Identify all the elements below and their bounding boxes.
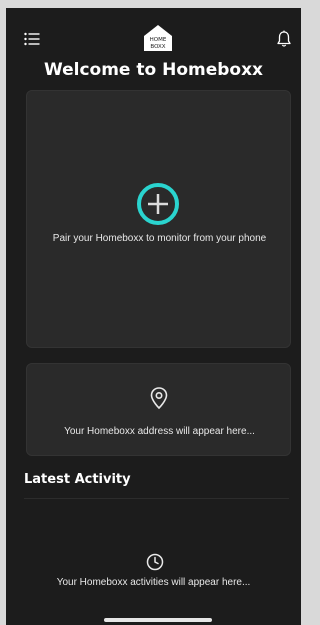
latest-activity-heading: Latest Activity [24,472,131,487]
activity-empty-message: Your Homeboxx activities will appear her… [56,577,251,588]
svg-text:HOME: HOME [150,37,167,43]
divider [24,498,289,499]
device-frame: HOME BOXX Welcome to Homeboxx Pair your … [0,0,306,625]
menu-icon[interactable] [24,32,40,46]
svg-text:BOXX: BOXX [150,44,165,50]
map-pin-icon [150,387,168,410]
header: HOME BOXX Welcome to Homeboxx [6,8,301,88]
address-card[interactable]: Your Homeboxx address will appear here..… [26,363,291,456]
add-device-button[interactable] [137,183,179,225]
pair-message: Pair your Homeboxx to monitor from your … [52,233,267,244]
homeboxx-logo: HOME BOXX [144,25,172,51]
home-indicator[interactable] [104,618,212,622]
clock-icon [146,553,164,571]
address-message: Your Homeboxx address will appear here..… [64,426,255,437]
app-screen: HOME BOXX Welcome to Homeboxx Pair your … [6,8,301,625]
bell-icon[interactable] [276,30,292,48]
plus-icon [148,194,168,214]
pair-device-card[interactable]: Pair your Homeboxx to monitor from your … [26,90,291,348]
page-title: Welcome to Homeboxx [43,60,264,80]
